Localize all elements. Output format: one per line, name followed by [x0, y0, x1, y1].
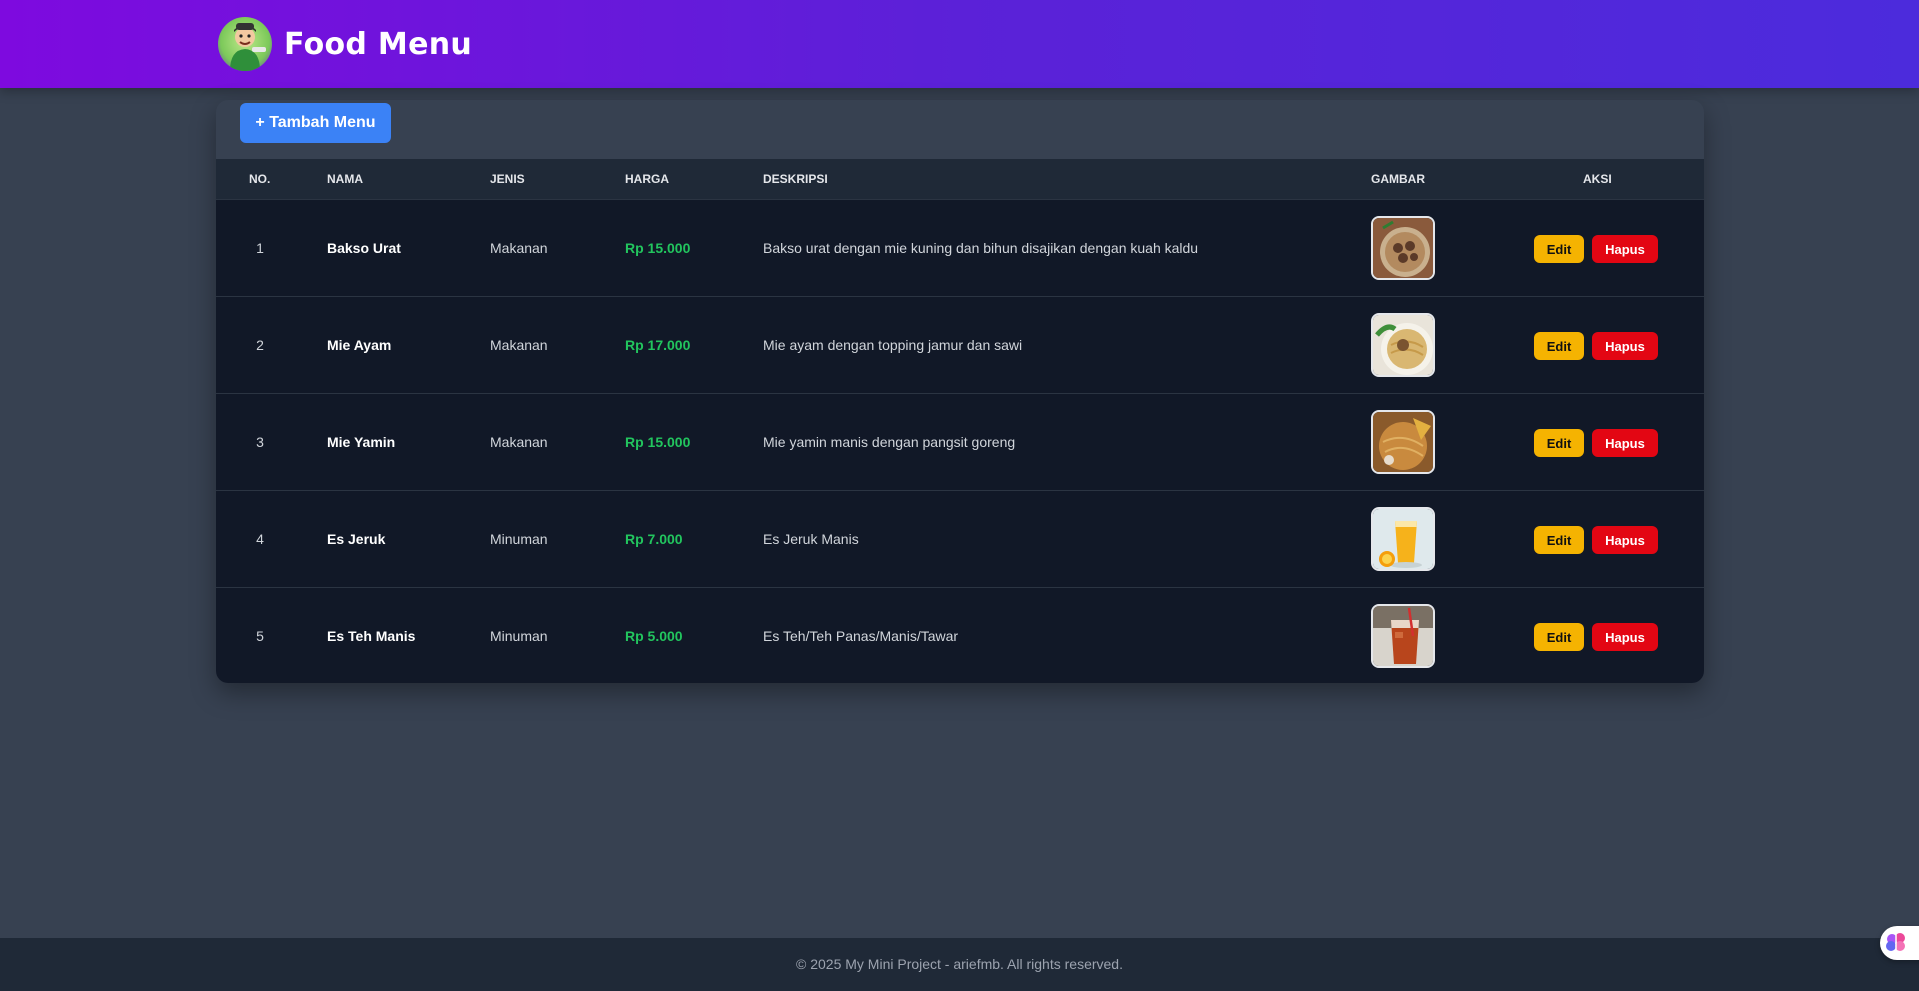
column-header-description: DESKRIPSI [763, 172, 828, 186]
edit-button[interactable]: Edit [1534, 429, 1584, 457]
column-header-no: NO. [249, 172, 271, 186]
menu-description: Mie ayam dengan topping jamur dan sawi [763, 337, 1023, 353]
brain-icon [1886, 933, 1905, 951]
menu-type: Makanan [490, 337, 548, 353]
menu-price: Rp 5.000 [625, 628, 683, 644]
menu-type: Makanan [490, 434, 548, 450]
table-row: 3 Mie Yamin Makanan Rp 15.000 Mie yamin … [216, 393, 1704, 490]
es-jeruk-photo [1371, 507, 1435, 571]
table-header: NO. NAMA JENIS HARGA DESKRIPSI GAMBAR AK… [216, 159, 1704, 199]
row-number: 4 [256, 531, 264, 547]
footer: © 2025 My Mini Project - ariefmb. All ri… [0, 938, 1919, 991]
menu-table: NO. NAMA JENIS HARGA DESKRIPSI GAMBAR AK… [216, 159, 1704, 683]
column-header-actions: AKSI [1583, 172, 1612, 186]
menu-description: Es Jeruk Manis [763, 531, 859, 547]
floating-brain-button[interactable] [1880, 926, 1919, 960]
edit-button[interactable]: Edit [1534, 526, 1584, 554]
menu-type: Makanan [490, 240, 548, 256]
menu-card: + Tambah Menu NO. NAMA JENIS HARGA DESKR… [216, 100, 1704, 683]
menu-name: Es Jeruk [327, 531, 386, 547]
menu-price: Rp 17.000 [625, 337, 691, 353]
row-number: 3 [256, 434, 264, 450]
table-row: 1 Bakso Urat Makanan Rp 15.000 Bakso ura… [216, 199, 1704, 296]
menu-type: Minuman [490, 628, 548, 644]
edit-button[interactable]: Edit [1534, 623, 1584, 651]
edit-button[interactable]: Edit [1534, 235, 1584, 263]
menu-price: Rp 7.000 [625, 531, 683, 547]
table-row: 2 Mie Ayam Makanan Rp 17.000 Mie ayam de… [216, 296, 1704, 393]
menu-name: Bakso Urat [327, 240, 401, 256]
chef-mascot-icon [218, 17, 272, 71]
bakso-photo [1371, 216, 1435, 280]
menu-description: Es Teh/Teh Panas/Manis/Tawar [763, 628, 959, 644]
es-teh-photo [1371, 604, 1435, 668]
mie-ayam-photo [1371, 313, 1435, 377]
column-header-price: HARGA [625, 172, 669, 186]
delete-button[interactable]: Hapus [1592, 623, 1658, 651]
edit-button[interactable]: Edit [1534, 332, 1584, 360]
app-title: Food Menu [284, 26, 473, 62]
delete-button[interactable]: Hapus [1592, 526, 1658, 554]
top-header: Food Menu [0, 0, 1919, 88]
mie-yamin-photo [1371, 410, 1435, 474]
column-header-type: JENIS [490, 172, 525, 186]
row-number: 2 [256, 337, 264, 353]
add-menu-button[interactable]: + Tambah Menu [240, 103, 391, 143]
delete-button[interactable]: Hapus [1592, 429, 1658, 457]
delete-button[interactable]: Hapus [1592, 332, 1658, 360]
menu-type: Minuman [490, 531, 548, 547]
row-number: 5 [256, 628, 264, 644]
column-header-name: NAMA [327, 172, 363, 186]
menu-name: Es Teh Manis [327, 628, 416, 644]
brand[interactable]: Food Menu [218, 17, 472, 71]
delete-button[interactable]: Hapus [1592, 235, 1658, 263]
menu-name: Mie Yamin [327, 434, 396, 450]
copyright-text: © 2025 My Mini Project - ariefmb. All ri… [796, 956, 1123, 972]
menu-description: Mie yamin manis dengan pangsit goreng [763, 434, 1016, 450]
menu-price: Rp 15.000 [625, 434, 691, 450]
menu-price: Rp 15.000 [625, 240, 691, 256]
column-header-image: GAMBAR [1371, 172, 1425, 186]
table-row: 5 Es Teh Manis Minuman Rp 5.000 Es Teh/T… [216, 587, 1704, 683]
row-number: 1 [256, 240, 264, 256]
menu-description: Bakso urat dengan mie kuning dan bihun d… [763, 240, 1199, 256]
menu-name: Mie Ayam [327, 337, 392, 353]
table-row: 4 Es Jeruk Minuman Rp 7.000 Es Jeruk Man… [216, 490, 1704, 587]
